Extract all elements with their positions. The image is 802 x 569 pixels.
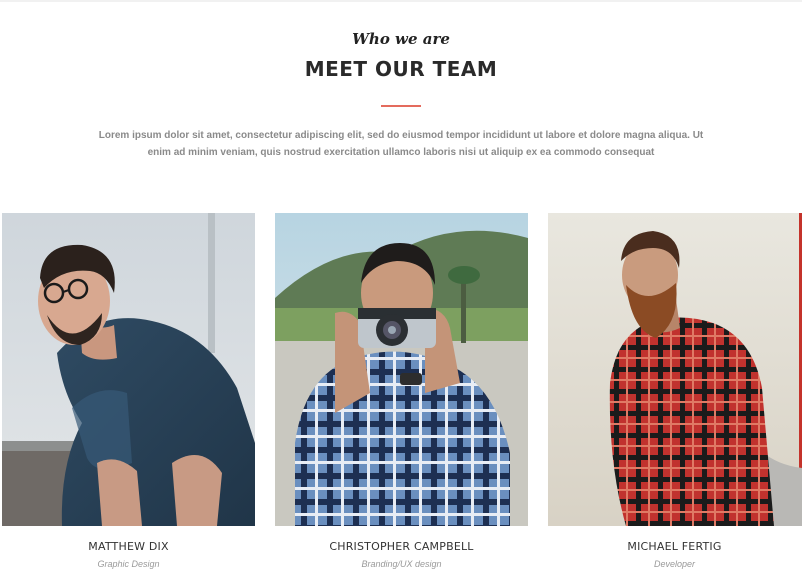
team-card-michael-fertig[interactable]: MICHAEL FERTIG Developer [548, 213, 802, 569]
title-accent-line [381, 105, 421, 107]
member-name: CHRISTOPHER CAMPBELL [329, 540, 474, 553]
team-photo[interactable] [2, 213, 255, 526]
team-photo[interactable] [275, 213, 528, 526]
member-role: Developer [653, 559, 696, 569]
team-photo[interactable] [548, 213, 802, 526]
top-divider [0, 0, 802, 2]
member-role: Graphic Design [97, 559, 160, 569]
team-card-matthew-dix[interactable]: MATTHEW DIX Graphic Design [2, 213, 255, 569]
section-kicker: Who we are [352, 30, 450, 48]
team-card-christopher-campbell[interactable]: CHRISTOPHER CAMPBELL Branding/UX design [275, 213, 528, 569]
member-name: MICHAEL FERTIG [627, 540, 722, 553]
photo-michael-fertig [548, 213, 802, 526]
photo-christopher-campbell [275, 213, 528, 526]
member-name: MATTHEW DIX [88, 540, 169, 553]
photo-matthew-dix [2, 213, 255, 526]
section-intro: Lorem ipsum dolor sit amet, consectetur … [98, 130, 704, 158]
section-title: MEET OUR TEAM [304, 57, 498, 81]
member-role: Branding/UX design [361, 559, 442, 569]
